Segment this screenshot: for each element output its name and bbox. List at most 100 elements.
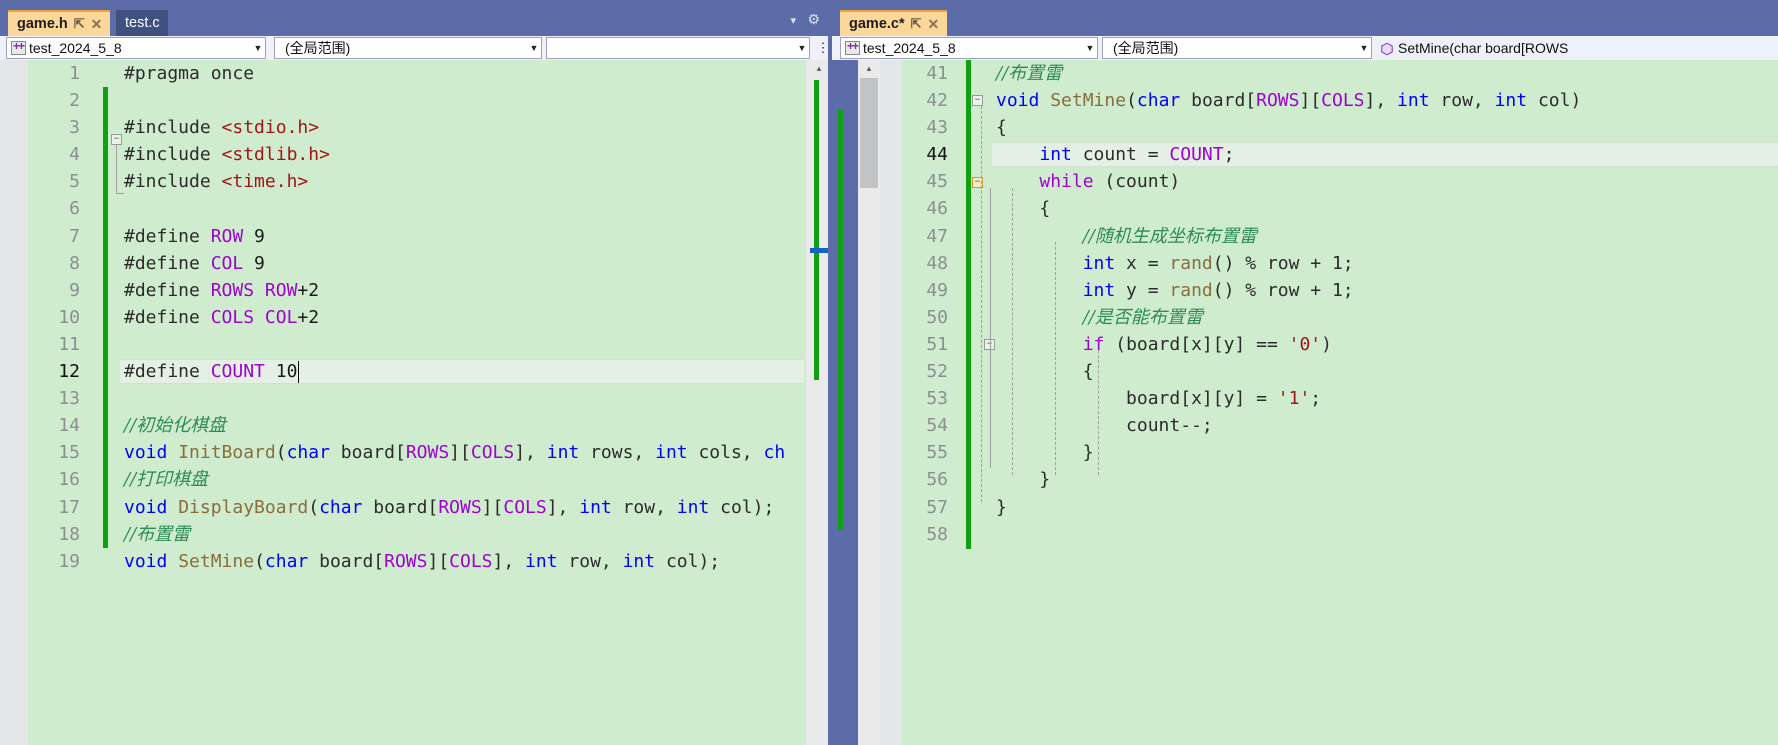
code-line[interactable]: 14 //初始化棋盘 [0, 412, 806, 439]
code-line[interactable]: 15 void InitBoard(char board[ROWS][COLS],… [0, 439, 806, 466]
code-text[interactable]: void DisplayBoard(char board[ROWS][COLS]… [124, 494, 774, 521]
code-line[interactable]: 3 #include <stdio.h> [0, 114, 806, 141]
code-text[interactable]: //布置雷 [996, 60, 1062, 87]
code-text[interactable]: #define COL 9 [124, 250, 265, 277]
code-line[interactable]: 5 #include <time.h> [0, 168, 806, 195]
gear-icon[interactable]: ⚙ [807, 11, 820, 28]
code-text[interactable]: void SetMine(char board[ROWS][COLS], int… [996, 87, 1581, 114]
code-text[interactable]: } [996, 439, 1094, 466]
code-line[interactable]: 11 [0, 331, 806, 358]
code-line[interactable]: 9 #define ROWS ROW+2 [0, 277, 806, 304]
project-combo[interactable]: test_2024_5_8 ▼ [840, 37, 1098, 59]
left-code-lines[interactable]: 1 #pragma once 2 3 #include <stdio.h> 4 #inclu… [0, 60, 806, 745]
code-text[interactable]: #define COUNT 10 [124, 358, 297, 385]
code-text[interactable]: #include <stdio.h> [124, 114, 319, 141]
code-line[interactable]: 48 int x = rand() % row + 1; [880, 250, 1778, 277]
code-line[interactable]: 12 #define COUNT 10 [0, 358, 806, 385]
code-text[interactable]: //打印棋盘 [124, 466, 208, 493]
code-line[interactable]: 47 //随机生成坐标布置雷 [880, 223, 1778, 250]
chevron-down-icon[interactable]: ▼ [794, 38, 809, 58]
code-line[interactable]: 2 [0, 87, 806, 114]
chevron-down-icon[interactable]: ▼ [250, 38, 265, 58]
code-text[interactable]: #include <stdlib.h> [124, 141, 330, 168]
project-combo[interactable]: test_2024_5_8 ▼ [6, 37, 266, 59]
member-combo[interactable]: SetMine(char board[ROWS [1376, 37, 1776, 59]
chevron-down-icon[interactable]: ▼ [1082, 38, 1097, 58]
code-text[interactable]: { [996, 195, 1050, 222]
pin-icon[interactable]: ⇱ [74, 11, 85, 37]
code-text[interactable]: #pragma once [124, 60, 254, 87]
code-line[interactable]: 53 board[x][y] = '1'; [880, 385, 1778, 412]
close-icon[interactable]: ✕ [91, 11, 103, 37]
code-line[interactable]: 56 } [880, 466, 1778, 493]
scroll-up-arrow[interactable]: ▲ [858, 60, 880, 77]
code-line[interactable]: 6 [0, 195, 806, 222]
code-token: char [319, 496, 363, 518]
code-text[interactable]: int count = COUNT; [996, 141, 1234, 168]
code-text[interactable]: #define COLS COL+2 [124, 304, 319, 331]
code-line[interactable]: 17 void DisplayBoard(char board[ROWS][COL… [0, 494, 806, 521]
tab-test-c[interactable]: test.c [116, 10, 168, 36]
close-icon[interactable]: ✕ [928, 11, 940, 37]
code-text[interactable]: { [996, 114, 1007, 141]
code-line[interactable]: 54 count--; [880, 412, 1778, 439]
code-text[interactable]: //是否能布置雷 [996, 304, 1203, 331]
code-line[interactable]: 43 { [880, 114, 1778, 141]
code-line[interactable]: 58 [880, 521, 1778, 548]
code-text[interactable]: } [996, 494, 1007, 521]
code-line[interactable]: 49 int y = rand() % row + 1; [880, 277, 1778, 304]
scroll-thumb[interactable] [860, 78, 878, 188]
code-line[interactable]: 46 { [880, 195, 1778, 222]
member-combo[interactable]: ▼ [546, 37, 810, 59]
tab-game-h[interactable]: game.h ⇱ ✕ [8, 10, 111, 37]
code-text[interactable]: //随机生成坐标布置雷 [996, 223, 1257, 250]
right-code-lines[interactable]: 41//布置雷 42 void SetMine(char board[ROWS][C… [880, 60, 1778, 745]
left-code-editor[interactable]: − 1 #pragma once 2 3 #include <stdio.h> 4 #inc… [0, 60, 806, 745]
line-number: 6 [69, 198, 80, 220]
code-text[interactable]: } [996, 466, 1050, 493]
code-text[interactable]: #define ROW 9 [124, 223, 265, 250]
code-text[interactable]: if (board[x][y] == '0') [996, 331, 1332, 358]
code-text[interactable]: int x = rand() % row + 1; [996, 250, 1354, 277]
code-text[interactable]: //布置雷 [124, 521, 190, 548]
scope-combo[interactable]: (全局范围) ▼ [274, 37, 542, 59]
code-line[interactable]: 16 //打印棋盘 [0, 466, 806, 493]
code-line[interactable]: 52 { [880, 358, 1778, 385]
code-text[interactable]: #define ROWS ROW+2 [124, 277, 319, 304]
tab-game-c[interactable]: game.c* ⇱ ✕ [840, 10, 948, 37]
code-line[interactable]: 50 //是否能布置雷 [880, 304, 1778, 331]
code-token: 10 [264, 361, 298, 383]
right-code-editor[interactable]: − − − 41//布置雷42void SetMine(char board[R… [880, 60, 1778, 745]
pin-icon[interactable]: ⇱ [911, 11, 922, 37]
chevron-down-icon[interactable]: ▼ [1356, 38, 1371, 58]
code-text[interactable]: void SetMine(char board[ROWS][COLS], int… [124, 548, 720, 575]
code-line[interactable]: 10 #define COLS COL+2 [0, 304, 806, 331]
code-line[interactable]: 44 int count = COUNT; [880, 141, 1778, 168]
code-line[interactable]: 55 } [880, 439, 1778, 466]
code-line[interactable]: 42 void SetMine(char board[ROWS][COLS], i… [880, 87, 1778, 114]
code-text[interactable]: board[x][y] = '1'; [996, 385, 1321, 412]
chevron-down-icon[interactable]: ▾ [790, 14, 796, 27]
code-text[interactable]: { [996, 358, 1094, 385]
chevron-down-icon[interactable]: ▼ [526, 38, 541, 58]
code-line[interactable]: 1 #pragma once [0, 60, 806, 87]
scope-combo[interactable]: (全局范围) ▼ [1102, 37, 1372, 59]
code-text[interactable]: int y = rand() % row + 1; [996, 277, 1354, 304]
line-number: 19 [58, 550, 80, 572]
right-vertical-scrollbar[interactable]: ▲ [838, 60, 880, 745]
code-line[interactable]: 57} [880, 494, 1778, 521]
code-line[interactable]: 8 #define COL 9 [0, 250, 806, 277]
code-line[interactable]: 4 #include <stdlib.h> [0, 141, 806, 168]
code-text[interactable]: void InitBoard(char board[ROWS][COLS], i… [124, 439, 785, 466]
code-text[interactable]: #include <time.h> [124, 168, 308, 195]
code-text[interactable]: while (count) [996, 168, 1180, 195]
code-line[interactable]: 13 [0, 385, 806, 412]
code-line[interactable]: 51 if (board[x][y] == '0') [880, 331, 1778, 358]
code-text[interactable]: //初始化棋盘 [124, 412, 226, 439]
code-line[interactable]: 45 while (count) [880, 168, 1778, 195]
code-text[interactable]: count--; [996, 412, 1213, 439]
code-line[interactable]: 19 void SetMine(char board[ROWS][COLS], i… [0, 548, 806, 575]
code-line[interactable]: 18 //布置雷 [0, 521, 806, 548]
code-line[interactable]: 7 #define ROW 9 [0, 223, 806, 250]
code-line[interactable]: 41 //布置雷 [880, 60, 1778, 87]
